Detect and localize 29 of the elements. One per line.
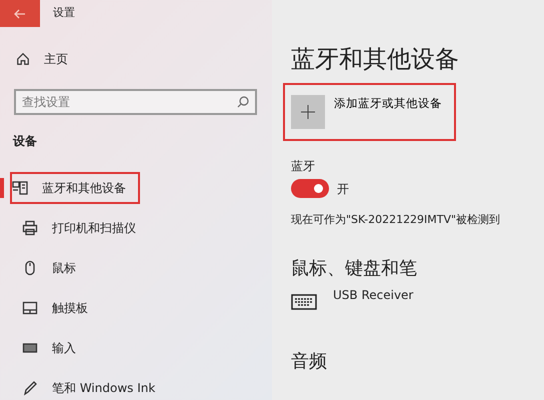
device-name[interactable]: USB Receiver — [333, 286, 414, 304]
section-heading: 鼠标、键盘和笔 — [291, 256, 418, 280]
touchpad-icon — [22, 300, 38, 316]
search-field[interactable]: 查找设置 — [14, 89, 257, 115]
selection-indicator — [0, 178, 4, 198]
back-arrow-icon — [14, 8, 26, 18]
bluetooth-label: 蓝牙 — [291, 158, 316, 176]
page-title: 蓝牙和其他设备 — [291, 44, 460, 75]
add-device-button[interactable]: 添加蓝牙或其他设备 — [283, 83, 456, 142]
keyboard-icon — [291, 294, 317, 310]
home-icon — [16, 52, 30, 66]
sidebar-item[interactable]: 笔和 Windows Ink — [10, 372, 160, 400]
device-icon — [12, 180, 28, 196]
toggle-state: 开 — [337, 180, 349, 198]
sidebar-item[interactable]: 触摸板 — [10, 292, 92, 324]
search-icon — [237, 96, 249, 108]
sidebar-item[interactable]: 输入 — [10, 332, 80, 364]
sidebar-item[interactable]: 打印机和扫描仪 — [10, 212, 140, 244]
discoverable-text: 现在可作为"SK-20221229IMTV"被检测到 — [291, 212, 502, 228]
home-link[interactable]: 主页 — [4, 43, 272, 75]
section-heading: 设备 — [13, 133, 38, 150]
pen-icon — [22, 380, 38, 396]
bluetooth-toggle[interactable] — [291, 179, 329, 198]
section-heading: 音频 — [291, 350, 328, 374]
printer-icon — [22, 220, 38, 236]
sidebar-item[interactable]: 蓝牙和其他设备 — [10, 172, 140, 204]
sidebar-item[interactable]: 鼠标 — [10, 252, 80, 284]
plus-icon — [291, 95, 325, 130]
window-title: 设置 — [53, 5, 75, 22]
